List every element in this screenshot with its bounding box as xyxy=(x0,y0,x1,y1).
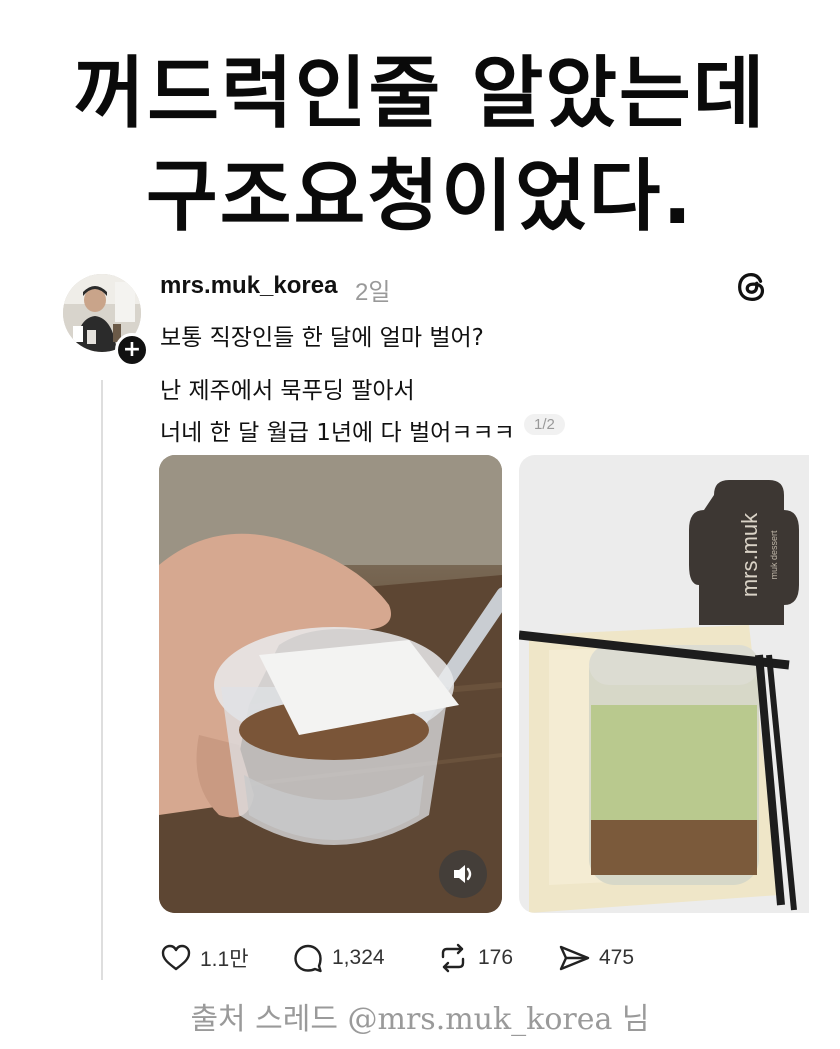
send-icon xyxy=(559,945,590,971)
source-caption: 출처 스레드 @mrs.muk_korea 님 xyxy=(190,1002,650,1037)
headline-line-2: 구조요청이었다. xyxy=(146,152,694,242)
follow-plus-icon[interactable]: + xyxy=(115,333,149,367)
post-video[interactable] xyxy=(159,455,502,913)
post-text-line-3: 너네 한 달 월급 1년에 다 벌어ㅋㅋㅋ xyxy=(160,420,515,446)
post-username[interactable]: mrs.muk_korea xyxy=(160,272,337,300)
heart-icon xyxy=(161,944,191,971)
page-indicator: 1/2 xyxy=(524,414,565,435)
package-brand: mrs.muk xyxy=(737,512,762,597)
post-image-2[interactable]: mrs.muk muk dessert xyxy=(519,455,809,913)
speaker-icon xyxy=(454,865,472,883)
repost-icon xyxy=(441,943,465,973)
package-sub: muk dessert xyxy=(769,530,779,580)
thread-line xyxy=(101,380,103,980)
comment-icon xyxy=(294,944,322,973)
headline-line-1: 꺼드럭인줄 알았는데 xyxy=(73,49,767,139)
sound-toggle-button[interactable] xyxy=(439,850,487,898)
reply-count: 1,324 xyxy=(332,946,385,969)
like-button[interactable]: 1.1만 xyxy=(160,938,249,978)
post-text-line-1: 보통 직장인들 한 달에 얼마 벌어? xyxy=(160,325,484,351)
share-button[interactable]: 475 xyxy=(557,938,634,978)
repost-button[interactable]: 176 xyxy=(436,938,513,978)
share-count: 475 xyxy=(599,946,635,969)
like-count: 1.1만 xyxy=(200,948,249,971)
post-time: 2일 xyxy=(355,279,391,306)
repost-count: 176 xyxy=(478,946,514,969)
reply-button[interactable]: 1,324 xyxy=(292,938,385,978)
threads-logo-icon[interactable] xyxy=(733,268,771,306)
post-text-line-2: 난 제주에서 묵푸딩 팔아서 xyxy=(160,378,415,404)
